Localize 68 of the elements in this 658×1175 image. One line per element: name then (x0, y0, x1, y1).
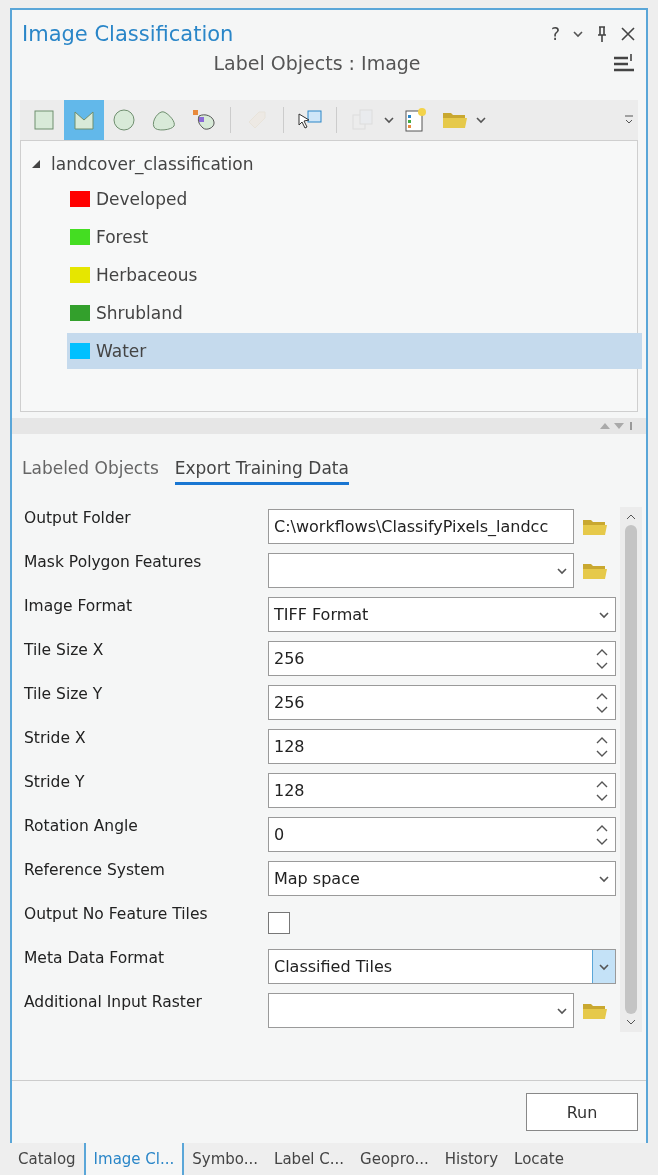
parameter-label: Image Format (24, 597, 134, 615)
lasso-icon (151, 109, 177, 131)
dropdown-field[interactable]: TIFF Format (268, 597, 616, 632)
class-item[interactable]: Developed (67, 181, 642, 217)
number-field[interactable]: 256 (268, 641, 616, 676)
splitter-arrows-icon[interactable] (598, 421, 634, 431)
dock-tab[interactable]: Geopro... (352, 1143, 437, 1175)
menu-icon[interactable] (612, 52, 636, 74)
pane-subtitle: Label Objects : Image (212, 52, 422, 74)
run-button[interactable]: Run (526, 1093, 638, 1131)
dock-tab[interactable]: Label C... (266, 1143, 353, 1175)
expand-caret-icon[interactable] (31, 159, 41, 169)
output-folder-field[interactable]: C:\workflows\ClassifyPixels_landcc (268, 509, 574, 544)
overflow-icon[interactable] (624, 114, 634, 126)
parameter-label: Rotation Angle (24, 817, 139, 835)
dropdown-caret-icon (598, 874, 610, 883)
class-item[interactable]: Herbaceous (67, 257, 642, 293)
parameter-label: Meta Data Format (24, 949, 165, 967)
scroll-up-icon[interactable] (626, 513, 636, 521)
dock-tab[interactable]: Symbo... (184, 1143, 267, 1175)
parameter-label: Reference System (24, 861, 166, 879)
tab[interactable]: Labeled Objects (22, 458, 159, 485)
number-field[interactable]: 256 (268, 685, 616, 720)
parameter-label: Output Folder (24, 509, 132, 527)
number-field[interactable]: 128 (268, 773, 616, 808)
scroll-down-icon[interactable] (626, 1018, 636, 1026)
dropdown-caret-icon (556, 566, 568, 575)
dock-tab[interactable]: History (436, 1143, 507, 1175)
class-item[interactable]: Shrubland (67, 295, 642, 331)
dropdown-caret-icon (475, 116, 487, 124)
class-item[interactable]: Water (67, 333, 642, 369)
parameter-label: Output No Feature Tiles (24, 905, 209, 923)
dropdown-field[interactable] (268, 993, 574, 1028)
parameter-label: Tile Size Y (24, 685, 104, 703)
parameter-label: Stride X (24, 729, 87, 747)
circle-icon (112, 108, 136, 132)
folder-icon (441, 110, 469, 130)
options-caret-icon (572, 30, 584, 38)
dropdown-field[interactable]: Map space (268, 861, 616, 896)
close-icon[interactable] (620, 26, 636, 42)
tree-root-label: landcover_classification (51, 154, 254, 174)
scrollbar[interactable] (620, 507, 642, 1032)
number-field[interactable]: 128 (268, 729, 616, 764)
dropdown-field[interactable]: Classified Tiles (268, 949, 616, 984)
pane-title: Image Classification (22, 22, 235, 46)
list-icon (403, 107, 427, 133)
toolbar-button[interactable] (64, 100, 104, 140)
dropdown-caret-icon (383, 116, 395, 124)
number-field[interactable]: 0 (268, 817, 616, 852)
parameter-label: Mask Polygon Features (24, 553, 203, 571)
parameter-label: Additional Input Raster (24, 993, 203, 1011)
dropdown-caret-icon (556, 1006, 568, 1015)
class-item[interactable]: Forest (67, 219, 642, 255)
dock-tab[interactable]: Image Cl... (83, 1143, 185, 1175)
dropdown-field[interactable] (268, 553, 574, 588)
rectangle-icon (33, 109, 55, 131)
polygon-icon (73, 109, 95, 131)
dock-tab[interactable]: Locate (506, 1143, 572, 1175)
help-button[interactable]: ? (550, 24, 560, 44)
dock-tab[interactable]: Catalog (10, 1143, 84, 1175)
tab[interactable]: Export Training Data (174, 458, 349, 485)
parameter-label: Stride Y (24, 773, 86, 791)
segment-icon (191, 108, 217, 132)
pin-icon[interactable] (596, 25, 608, 43)
checkbox[interactable] (268, 911, 290, 934)
dropdown-caret-icon (598, 962, 610, 971)
parameter-label: Tile Size X (24, 641, 105, 659)
dropdown-caret-icon (598, 610, 610, 619)
